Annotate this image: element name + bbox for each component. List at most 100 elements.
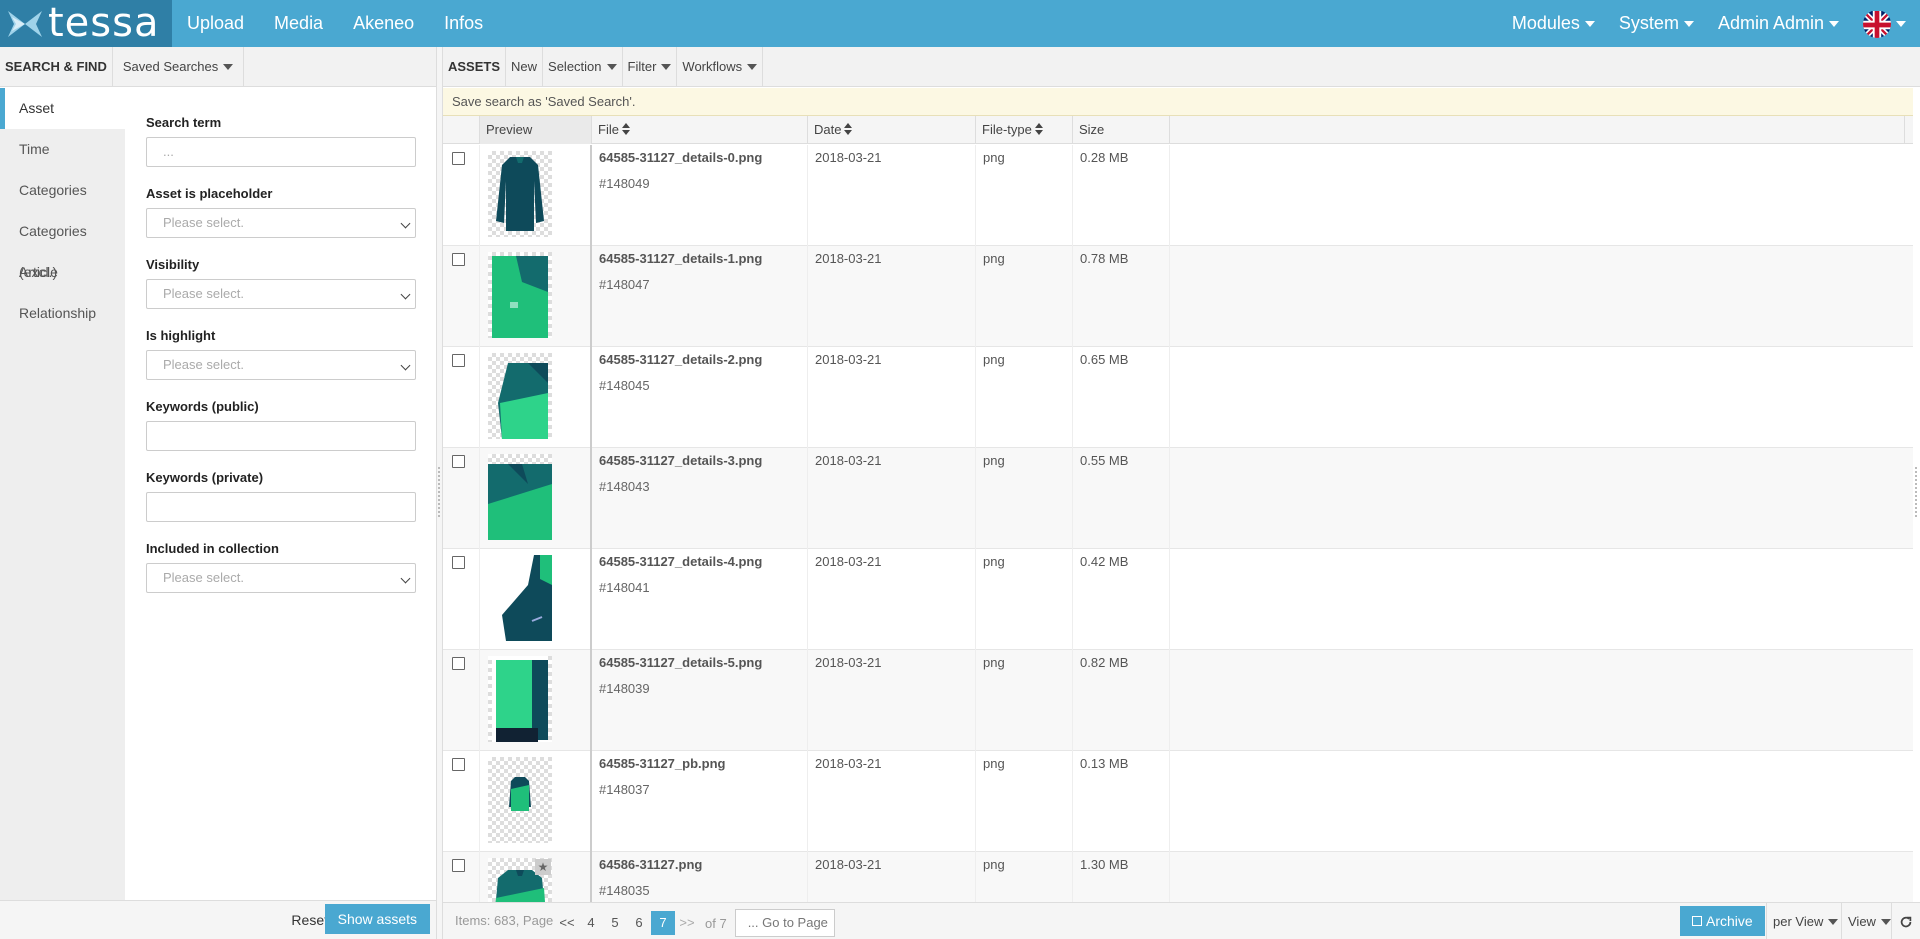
system-menu[interactable]: System xyxy=(1607,0,1706,47)
file-name[interactable]: 64585-31127_details-2.png xyxy=(599,352,762,367)
asset-file-type: png xyxy=(983,655,1005,670)
show-assets-button[interactable]: Show assets xyxy=(324,904,430,934)
tab-relationship[interactable]: Relationship xyxy=(0,293,125,334)
first-page-button[interactable]: << xyxy=(555,911,579,935)
header-file-type[interactable]: File-type xyxy=(976,116,1073,144)
checkbox-cell xyxy=(443,246,480,347)
file-name[interactable]: 64585-31127_pb.png xyxy=(599,756,725,771)
tab-categories-excl[interactable]: Categories (excl.) xyxy=(0,211,125,280)
asset-placeholder-select[interactable]: Please select. xyxy=(146,208,416,238)
file-name[interactable]: 64585-31127_details-5.png xyxy=(599,655,762,670)
chevron-down-icon xyxy=(747,63,758,70)
sort-icon xyxy=(1034,123,1043,135)
tab-asset[interactable]: Asset xyxy=(0,88,125,129)
date-cell: 2018-03-21 xyxy=(808,347,976,448)
row-checkbox[interactable] xyxy=(452,859,465,872)
items-count: Items: 683, Page xyxy=(455,913,554,928)
header-file[interactable]: File xyxy=(592,116,808,144)
row-checkbox[interactable] xyxy=(452,152,465,165)
asset-thumbnail[interactable] xyxy=(488,151,552,237)
filter-dropdown[interactable]: Filter xyxy=(623,47,678,86)
save-search-notice[interactable]: Save search as 'Saved Search'. xyxy=(443,88,1913,116)
tab-time[interactable]: Time xyxy=(0,129,125,170)
file-name[interactable]: 64585-31127_details-3.png xyxy=(599,453,762,468)
table-row[interactable]: 64585-31127_pb.png #148037 2018-03-21 png 0.… xyxy=(443,751,1913,852)
table-row[interactable]: ★ 64586-31127.png #148035 2018-03-21 png 1.30… xyxy=(443,852,1913,902)
selection-dropdown[interactable]: Selection xyxy=(543,47,623,86)
file-name[interactable]: 64586-31127.png xyxy=(599,857,702,872)
nav-infos[interactable]: Infos xyxy=(429,0,498,47)
brand-logo[interactable]: tessa xyxy=(0,0,172,47)
reset-button[interactable]: Reset xyxy=(291,908,328,932)
size-cell: 0.13 MB xyxy=(1073,751,1170,852)
collection-select[interactable]: Please select. xyxy=(146,563,416,593)
row-checkbox[interactable] xyxy=(452,556,465,569)
nav-media[interactable]: Media xyxy=(259,0,338,47)
pagination: << 4 5 6 7 >> of 7 ... Go to Page xyxy=(555,909,835,937)
asset-thumbnail[interactable] xyxy=(488,555,552,641)
per-view-dropdown[interactable]: per View xyxy=(1766,903,1844,939)
asset-thumbnail[interactable] xyxy=(488,656,552,742)
keywords-private-input[interactable] xyxy=(146,492,416,522)
refresh-button[interactable] xyxy=(1891,903,1920,939)
nav-akeneo[interactable]: Akeneo xyxy=(338,0,429,47)
page-button[interactable]: 6 xyxy=(627,911,651,935)
go-to-page-input[interactable]: ... Go to Page xyxy=(734,909,835,937)
page-button[interactable]: 4 xyxy=(579,911,603,935)
page-button[interactable]: 5 xyxy=(603,911,627,935)
row-checkbox[interactable] xyxy=(452,253,465,266)
field-search-term: Search term ... xyxy=(146,113,416,180)
tab-categories[interactable]: Categories xyxy=(0,170,125,211)
header-date[interactable]: Date xyxy=(808,116,976,144)
file-cell: 64585-31127_pb.png #148037 xyxy=(592,751,808,852)
current-page-button[interactable]: 7 xyxy=(651,911,675,935)
star-icon[interactable]: ★ xyxy=(535,859,551,875)
file-name[interactable]: 64585-31127_details-4.png xyxy=(599,554,762,569)
table-row[interactable]: 64585-31127_details-5.png #148039 2018-03-… xyxy=(443,650,1913,751)
search-term-input[interactable]: ... xyxy=(146,137,416,167)
table-row[interactable]: 64585-31127_details-1.png #148047 2018-03-… xyxy=(443,246,1913,347)
row-checkbox[interactable] xyxy=(452,455,465,468)
visibility-select[interactable]: Please select. xyxy=(146,279,416,309)
workflows-dropdown[interactable]: Workflows xyxy=(677,47,764,86)
view-dropdown[interactable]: View xyxy=(1841,903,1897,939)
checkbox-cell xyxy=(443,549,480,650)
splitter-grip[interactable] xyxy=(438,467,440,517)
preview-cell xyxy=(480,549,592,650)
asset-thumbnail[interactable] xyxy=(488,252,552,338)
type-cell: png xyxy=(976,347,1073,448)
new-button[interactable]: New xyxy=(506,47,544,86)
asset-thumbnail[interactable] xyxy=(488,353,552,439)
modules-menu[interactable]: Modules xyxy=(1500,0,1607,47)
next-page-button[interactable]: >> xyxy=(675,911,699,935)
nav-upload[interactable]: Upload xyxy=(172,0,259,47)
table-row[interactable]: 64585-31127_details-3.png #148043 2018-03-… xyxy=(443,448,1913,549)
header-size[interactable]: Size xyxy=(1073,116,1170,144)
size-cell: 0.28 MB xyxy=(1073,145,1170,246)
asset-thumbnail[interactable]: ★ xyxy=(488,858,552,902)
asset-thumbnail[interactable] xyxy=(488,757,552,843)
tab-article[interactable]: Article xyxy=(0,252,125,293)
row-checkbox[interactable] xyxy=(452,354,465,367)
is-highlight-select[interactable]: Please select. xyxy=(146,350,416,380)
asset-id: #148041 xyxy=(599,580,650,595)
keywords-public-input[interactable] xyxy=(146,421,416,451)
saved-searches-dropdown[interactable]: Saved Searches xyxy=(111,46,245,87)
row-checkbox[interactable] xyxy=(452,657,465,670)
language-menu[interactable] xyxy=(1851,9,1920,38)
archive-button[interactable]: Archive xyxy=(1680,906,1765,936)
per-view-label: per View xyxy=(1773,914,1824,929)
asset-id: #148035 xyxy=(599,883,650,898)
user-menu[interactable]: Admin Admin xyxy=(1706,0,1851,47)
file-name[interactable]: 64585-31127_details-0.png xyxy=(599,150,762,165)
right-splitter-grip[interactable] xyxy=(1915,467,1917,517)
search-panel-footer: Reset Show assets xyxy=(0,900,436,939)
row-checkbox[interactable] xyxy=(452,758,465,771)
asset-thumbnail[interactable] xyxy=(488,454,552,540)
table-row[interactable]: 64585-31127_details-4.png #148041 2018-03-… xyxy=(443,549,1913,650)
asset-file-type: png xyxy=(983,352,1005,367)
user-label: Admin Admin xyxy=(1717,13,1824,33)
table-row[interactable]: 64585-31127_details-2.png #148045 2018-03-… xyxy=(443,347,1913,448)
file-name[interactable]: 64585-31127_details-1.png xyxy=(599,251,762,266)
table-row[interactable]: 64585-31127_details-0.png #148049 2018-03-… xyxy=(443,145,1913,246)
